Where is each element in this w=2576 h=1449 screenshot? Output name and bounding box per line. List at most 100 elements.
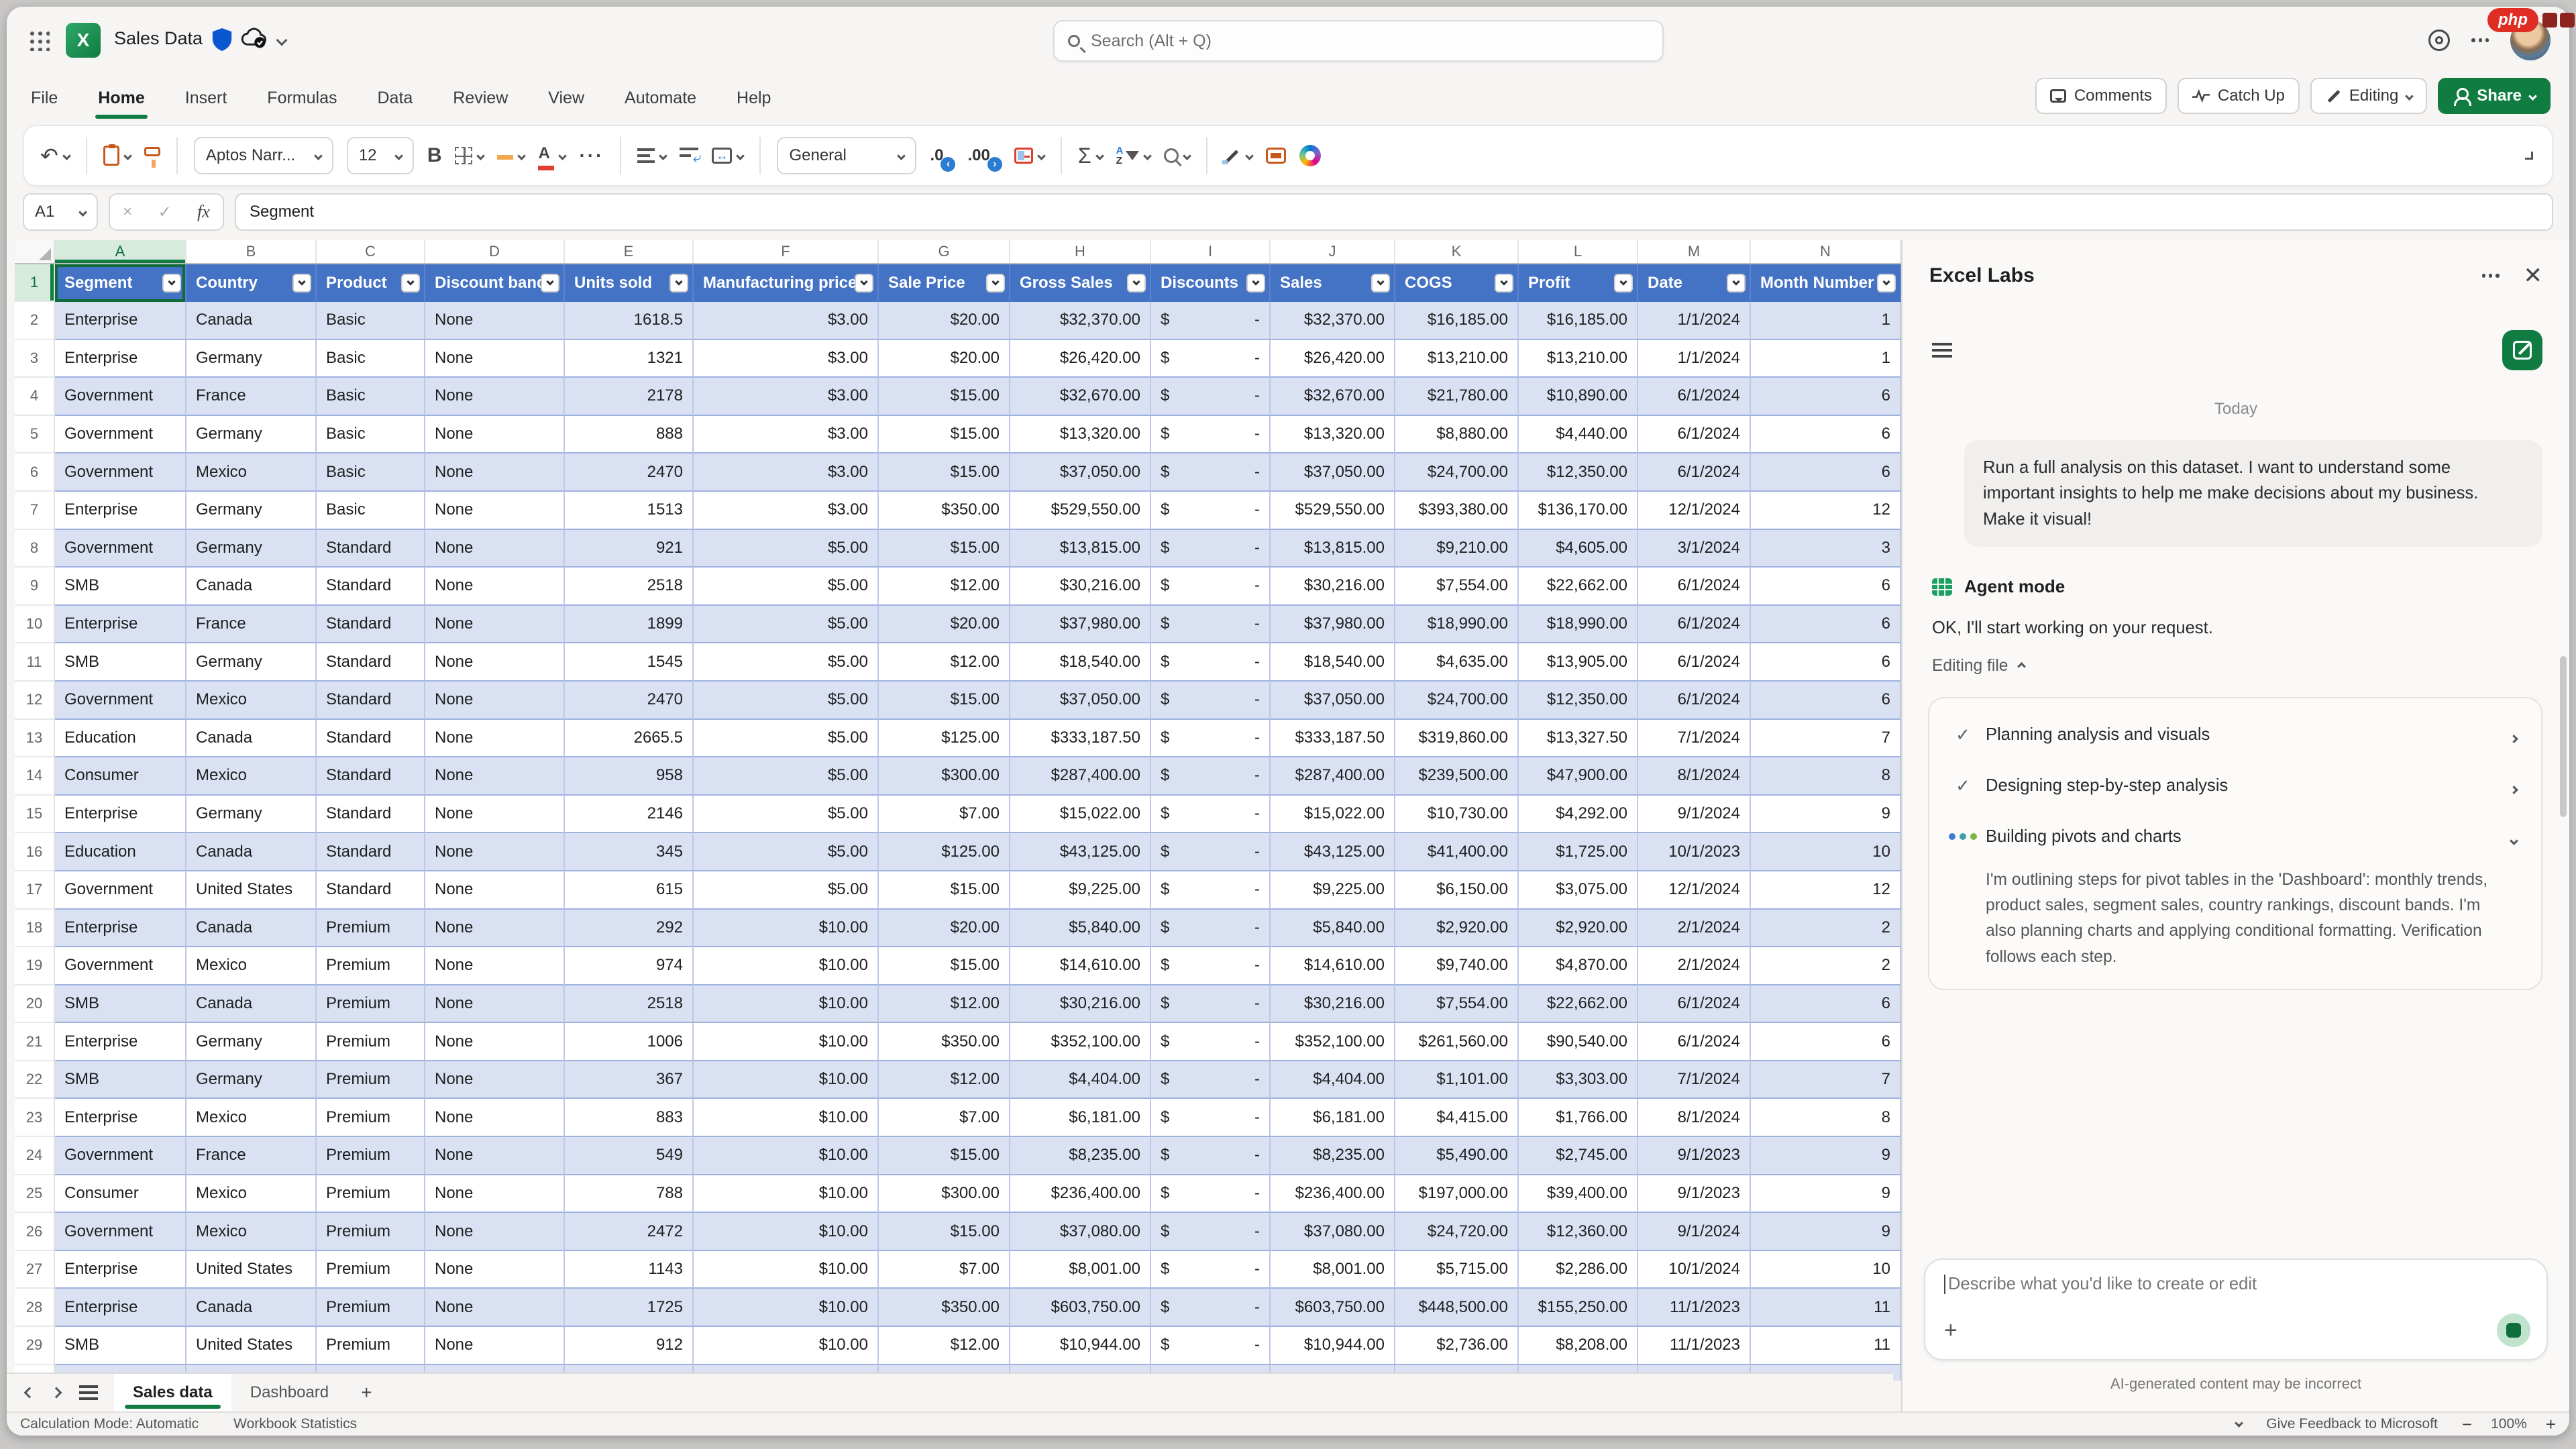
cell[interactable]: $5.00 bbox=[694, 796, 879, 834]
cell[interactable]: $6,181.00 bbox=[1271, 1099, 1395, 1137]
cell[interactable]: 6/1/2024 bbox=[1638, 643, 1751, 682]
row-header-18[interactable]: 18 bbox=[15, 910, 55, 948]
cell[interactable]: $4,404.00 bbox=[1271, 1061, 1395, 1099]
menu-tab-home[interactable]: Home bbox=[95, 80, 147, 116]
zoom-out-button[interactable]: − bbox=[2462, 1414, 2472, 1435]
cell[interactable]: $8,208.00 bbox=[1519, 1327, 1638, 1365]
cell[interactable]: 367 bbox=[565, 1061, 694, 1099]
cell[interactable]: 1545 bbox=[565, 643, 694, 682]
cell[interactable]: 6 bbox=[1751, 643, 1901, 682]
cell[interactable]: None bbox=[425, 985, 565, 1024]
select-all-corner[interactable] bbox=[15, 240, 55, 263]
cell[interactable]: $125.00 bbox=[879, 833, 1010, 871]
cell[interactable]: Government bbox=[55, 682, 186, 720]
row-header-21[interactable]: 21 bbox=[15, 1023, 55, 1061]
cell[interactable]: SMB bbox=[55, 985, 186, 1024]
cell[interactable]: None bbox=[425, 1213, 565, 1251]
cell[interactable]: Premium bbox=[317, 947, 425, 985]
cell[interactable]: Government bbox=[55, 1213, 186, 1251]
agent-task-item[interactable]: ✓Planning analysis and visuals bbox=[1940, 709, 2528, 760]
cell[interactable]: $12,350.00 bbox=[1519, 453, 1638, 492]
formula-input[interactable]: Segment bbox=[235, 193, 2553, 231]
cell[interactable]: $2,745.00 bbox=[1519, 1137, 1638, 1175]
share-button[interactable]: Share bbox=[2438, 78, 2551, 114]
search-input[interactable]: Search (Alt + Q) bbox=[1053, 20, 1664, 62]
cell[interactable]: $10,730.00 bbox=[1395, 796, 1519, 834]
cell[interactable]: Enterprise bbox=[55, 606, 186, 644]
row-header-19[interactable]: 19 bbox=[15, 947, 55, 985]
row-header-11[interactable]: 11 bbox=[15, 643, 55, 682]
cell[interactable]: $5,840.00 bbox=[1010, 910, 1151, 948]
cell[interactable]: $3.00 bbox=[694, 340, 879, 378]
column-letter-N[interactable]: N bbox=[1751, 240, 1901, 263]
cell[interactable]: 6/1/2024 bbox=[1638, 378, 1751, 416]
cell[interactable]: 345 bbox=[565, 833, 694, 871]
agent-task-item[interactable]: ✓Designing step-by-step analysis bbox=[1940, 760, 2528, 811]
cell[interactable]: $37,980.00 bbox=[1010, 606, 1151, 644]
calc-mode-status[interactable]: Calculation Mode: Automatic bbox=[20, 1416, 199, 1432]
cell[interactable]: Education bbox=[55, 720, 186, 758]
cell[interactable]: Enterprise bbox=[55, 796, 186, 834]
cell[interactable]: $15.00 bbox=[879, 378, 1010, 416]
menu-tab-formulas[interactable]: Formulas bbox=[264, 80, 339, 116]
cell[interactable]: 12/1/2024 bbox=[1638, 871, 1751, 910]
cell[interactable]: $32,370.00 bbox=[1010, 302, 1151, 340]
cell[interactable]: 3/1/2024 bbox=[1638, 530, 1751, 568]
cell[interactable]: 2178 bbox=[565, 378, 694, 416]
cell[interactable]: $15.00 bbox=[879, 1213, 1010, 1251]
row-header-4[interactable]: 4 bbox=[15, 378, 55, 416]
agent-task-item[interactable]: Building pivots and charts bbox=[1940, 811, 2528, 862]
cards-view-button[interactable] bbox=[1266, 148, 1286, 164]
cell[interactable]: $5,715.00 bbox=[1395, 1251, 1519, 1289]
cell[interactable]: Standard bbox=[317, 796, 425, 834]
cell[interactable]: $20.00 bbox=[879, 606, 1010, 644]
cell[interactable]: $- bbox=[1151, 1137, 1271, 1175]
cell[interactable]: $350.00 bbox=[879, 492, 1010, 530]
cell[interactable]: $5,840.00 bbox=[1271, 910, 1395, 948]
cell[interactable]: 1 bbox=[1751, 302, 1901, 340]
cell[interactable]: Standard bbox=[317, 720, 425, 758]
cell[interactable]: Enterprise bbox=[55, 340, 186, 378]
row-header-17[interactable]: 17 bbox=[15, 871, 55, 910]
cell[interactable]: 9/1/2024 bbox=[1638, 796, 1751, 834]
cell[interactable]: 10/1/2023 bbox=[1638, 833, 1751, 871]
cell[interactable]: 9 bbox=[1751, 796, 1901, 834]
row-header-16[interactable]: 16 bbox=[15, 833, 55, 871]
row-header-15[interactable]: 15 bbox=[15, 796, 55, 834]
cell[interactable]: Mexico bbox=[186, 1099, 317, 1137]
cell[interactable]: $300.00 bbox=[879, 757, 1010, 796]
cell[interactable]: 2518 bbox=[565, 568, 694, 606]
cell[interactable]: None bbox=[425, 720, 565, 758]
cell[interactable]: SMB bbox=[55, 1061, 186, 1099]
column-header-cell[interactable]: COGS bbox=[1395, 264, 1519, 302]
cell[interactable]: None bbox=[425, 453, 565, 492]
cell[interactable]: $20.00 bbox=[879, 340, 1010, 378]
cell[interactable]: $13,327.50 bbox=[1519, 720, 1638, 758]
filter-button[interactable] bbox=[401, 274, 420, 292]
cell[interactable]: Standard bbox=[317, 606, 425, 644]
cell[interactable]: $10.00 bbox=[694, 1137, 879, 1175]
cell[interactable]: Enterprise bbox=[55, 1023, 186, 1061]
cell[interactable]: Premium bbox=[317, 985, 425, 1024]
cell[interactable]: 11/1/2023 bbox=[1638, 1289, 1751, 1327]
cell[interactable]: 1513 bbox=[565, 492, 694, 530]
cell[interactable]: 6/1/2024 bbox=[1638, 682, 1751, 720]
cell[interactable]: None bbox=[425, 340, 565, 378]
cell[interactable]: $5.00 bbox=[694, 720, 879, 758]
cell[interactable]: $10.00 bbox=[694, 1251, 879, 1289]
cell[interactable]: 6/1/2024 bbox=[1638, 453, 1751, 492]
cell[interactable]: Consumer bbox=[55, 757, 186, 796]
cell[interactable]: $603,750.00 bbox=[1271, 1289, 1395, 1327]
name-box[interactable]: A1 bbox=[23, 193, 98, 231]
cell[interactable]: $10.00 bbox=[694, 985, 879, 1024]
cell[interactable]: $10.00 bbox=[694, 947, 879, 985]
cell[interactable]: 6/1/2024 bbox=[1638, 1023, 1751, 1061]
row-header-27[interactable]: 27 bbox=[15, 1251, 55, 1289]
cell[interactable]: United States bbox=[186, 1327, 317, 1365]
cell[interactable]: $15.00 bbox=[879, 453, 1010, 492]
autosum-button[interactable]: Σ bbox=[1078, 145, 1103, 166]
cell[interactable]: 12 bbox=[1751, 871, 1901, 910]
cell[interactable]: 2/1/2024 bbox=[1638, 947, 1751, 985]
cell[interactable]: $24,720.00 bbox=[1395, 1213, 1519, 1251]
more-options-icon[interactable] bbox=[2471, 38, 2489, 42]
